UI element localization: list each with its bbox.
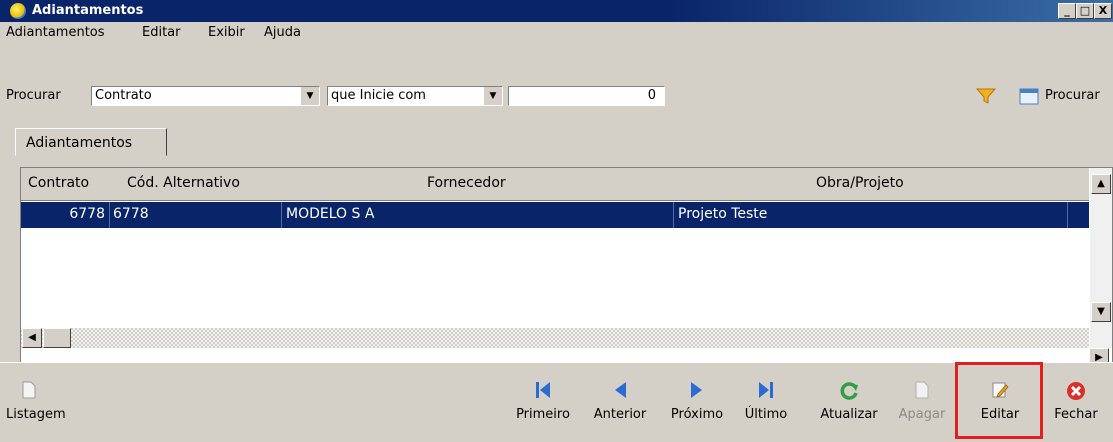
last-record-icon [738,381,794,401]
next-record-icon [662,381,732,401]
search-mode-select[interactable]: que Inicie com ▼ [327,86,503,106]
document-icon [22,381,76,401]
menu-ajuda[interactable]: Ajuda [264,25,301,40]
primeiro-label: Primeiro [516,407,570,422]
column-header-contrato[interactable]: Contrato [28,175,89,191]
minimize-button[interactable]: _ [1058,3,1076,19]
scroll-up-icon[interactable]: ▲ [1091,174,1111,194]
cell-cod-alternativo: 6778 [113,206,149,222]
proximo-button[interactable]: Próximo [662,373,732,433]
atualizar-button[interactable]: Atualizar [810,373,888,433]
previous-record-icon [584,381,656,401]
vertical-scrollbar[interactable]: ▲ ▼ [1090,168,1112,348]
proximo-label: Próximo [670,407,724,422]
anterior-button[interactable]: Anterior [584,373,656,433]
maximize-button[interactable]: □ [1076,3,1094,19]
search-bar: Procurar Contrato ▼ que Inicie com ▼ 0 P… [0,84,1113,110]
search-window-icon [1019,88,1039,105]
menu-bar: Adiantamentos Editar Exibir Ajuda [0,22,1113,44]
tab-adiantamentos[interactable]: Adiantamentos [15,128,167,156]
search-label: Procurar [6,88,61,103]
search-button-label: Procurar [1045,88,1100,103]
close-icon [1045,381,1107,401]
grid-header: Contrato Cód. Alternativo Fornecedor Obr… [21,168,1089,201]
cell-obra-projeto: Projeto Teste [678,206,768,222]
table-row[interactable]: 6778 6778 MODELO S A Projeto Teste [21,202,1089,228]
cell-fornecedor: MODELO S A [286,206,375,222]
delete-document-icon [892,381,952,401]
apagar-label: Apagar [898,407,946,422]
menu-exibir[interactable]: Exibir [208,25,245,40]
ultimo-button[interactable]: Último [738,373,794,433]
search-button[interactable]: Procurar [1019,86,1100,110]
primeiro-button[interactable]: Primeiro [509,373,577,433]
fechar-label: Fechar [1054,407,1098,422]
atualizar-label: Atualizar [820,407,878,422]
filter-icon[interactable] [975,86,997,106]
bottom-toolbar: Listagem Primeiro Anterior Próximo Últim… [0,362,1113,442]
scroll-thumb[interactable] [43,328,71,348]
first-record-icon [509,381,577,401]
close-window-button[interactable]: X [1094,3,1112,19]
cell-contrato: 6778 [69,206,105,222]
app-icon [10,3,26,19]
column-header-obra-projeto[interactable]: Obra/Projeto [816,175,904,191]
search-field-value: Contrato [95,88,152,103]
ultimo-label: Último [744,407,788,422]
column-header-cod-alternativo[interactable]: Cód. Alternativo [127,175,240,191]
apagar-button[interactable]: Apagar [892,373,952,433]
title-bar: Adiantamentos _ □ X [0,0,1113,22]
fechar-button[interactable]: Fechar [1045,373,1107,433]
horizontal-scrollbar[interactable]: ◀ [21,328,1089,348]
window-title: Adiantamentos [32,3,144,18]
chevron-down-icon[interactable]: ▼ [301,87,319,105]
search-mode-value: que Inicie com [331,88,426,103]
refresh-icon [810,381,888,401]
anterior-label: Anterior [593,407,647,422]
listagem-button[interactable]: Listagem [6,373,76,433]
scroll-down-icon[interactable]: ▼ [1091,302,1111,322]
column-header-fornecedor[interactable]: Fornecedor [427,175,506,191]
search-field-select[interactable]: Contrato ▼ [91,86,320,106]
highlight-box [955,362,1043,439]
scroll-left-icon[interactable]: ◀ [22,328,42,348]
menu-editar[interactable]: Editar [142,25,181,40]
data-grid: Contrato Cód. Alternativo Fornecedor Obr… [20,167,1113,368]
search-value-input[interactable]: 0 [508,86,665,106]
menu-adiantamentos[interactable]: Adiantamentos [6,25,105,40]
listagem-label: Listagem [6,407,66,422]
chevron-down-icon[interactable]: ▼ [484,87,502,105]
